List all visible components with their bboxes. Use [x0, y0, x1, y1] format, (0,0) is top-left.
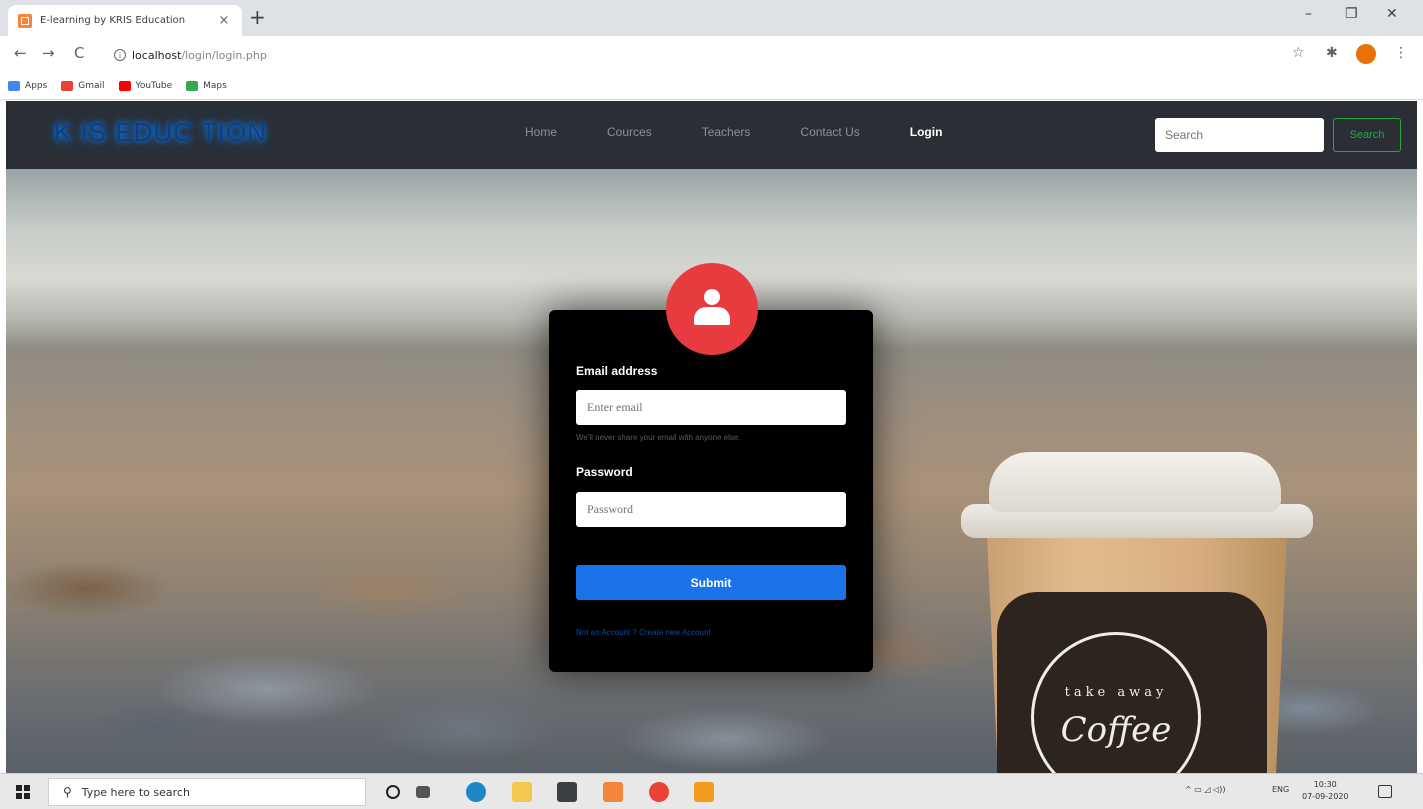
- search-icon: ⚲: [63, 785, 72, 799]
- edge-icon[interactable]: [466, 782, 486, 802]
- nav-login[interactable]: Login: [910, 125, 943, 139]
- bookmark-label: Maps: [203, 81, 227, 91]
- task-view-icon[interactable]: [416, 786, 430, 798]
- apps-grid-icon: [8, 81, 20, 91]
- website-viewport: K IS EDUC TION Home Cources Teachers Con…: [6, 101, 1417, 773]
- cup-ring-text: take away: [1064, 684, 1168, 700]
- email-label: Email address: [576, 364, 658, 378]
- taskbar-search-input[interactable]: ⚲ Type here to search: [48, 778, 366, 806]
- address-bar: ← → C i localhost/login/login.php ☆ ✱ ⋮: [0, 36, 1423, 73]
- nav-cources[interactable]: Cources: [607, 125, 652, 139]
- password-field[interactable]: Password: [576, 492, 846, 527]
- email-field[interactable]: Enter email: [576, 390, 846, 425]
- info-icon[interactable]: i: [114, 49, 126, 61]
- tab-favicon-icon: [18, 13, 32, 28]
- nav-contact-us[interactable]: Contact Us: [800, 125, 859, 139]
- tab-title: E-learning by KRIS Education: [40, 15, 186, 26]
- tray-icons[interactable]: ^ ▭ ◿ ◁)): [1185, 785, 1225, 794]
- clock[interactable]: 10:30 07-09-2020: [1302, 779, 1349, 803]
- close-window-button[interactable]: ✕: [1386, 6, 1398, 22]
- site-search-input[interactable]: [1155, 118, 1324, 152]
- site-navbar: K IS EDUC TION Home Cources Teachers Con…: [6, 101, 1417, 169]
- user-head-shape: [704, 289, 720, 305]
- notification-icon[interactable]: [1378, 785, 1392, 798]
- url-host: localhost: [132, 48, 182, 62]
- cup-main-text: Coffee: [1060, 709, 1172, 750]
- maps-icon: [186, 81, 199, 91]
- url-text: localhost/login/login.php: [132, 49, 267, 62]
- nav-links: Home Cources Teachers Contact Us Login: [525, 125, 992, 139]
- brand-logo[interactable]: K IS EDUC TION: [54, 117, 267, 148]
- bookmark-star-icon[interactable]: ☆: [1292, 45, 1305, 61]
- youtube-icon: [118, 81, 131, 91]
- forward-button[interactable]: →: [42, 44, 55, 62]
- restore-button[interactable]: ❐: [1345, 6, 1358, 22]
- bookmark-apps[interactable]: Apps: [8, 81, 47, 91]
- bookmark-maps[interactable]: Maps: [186, 81, 227, 91]
- site-search-button[interactable]: Search: [1333, 118, 1401, 152]
- bookmarks-bar: Apps Gmail YouTube Maps: [0, 73, 1423, 100]
- menu-kebab-icon[interactable]: ⋮: [1394, 45, 1408, 61]
- tab-close-icon[interactable]: ×: [216, 13, 232, 28]
- submit-button[interactable]: Submit: [576, 565, 846, 600]
- cortana-icon[interactable]: [386, 785, 400, 799]
- reload-button[interactable]: C: [74, 44, 84, 62]
- bookmark-gmail[interactable]: Gmail: [61, 81, 105, 91]
- email-help-text: We'll never share your email with anyone…: [576, 433, 741, 442]
- clock-date: 07-09-2020: [1302, 792, 1349, 801]
- taskbar-search-placeholder: Type here to search: [81, 785, 190, 799]
- new-tab-button[interactable]: +: [249, 7, 266, 27]
- minimize-button[interactable]: –: [1305, 6, 1312, 22]
- nav-teachers[interactable]: Teachers: [702, 125, 751, 139]
- bookmark-label: YouTube: [135, 81, 173, 91]
- nav-home[interactable]: Home: [525, 125, 557, 139]
- language-indicator[interactable]: ENG: [1272, 785, 1289, 794]
- gmail-icon: [61, 81, 74, 91]
- url-path: /login/login.php: [181, 48, 267, 62]
- app-icon[interactable]: [603, 782, 623, 802]
- browser-tab[interactable]: E-learning by KRIS Education ×: [8, 5, 242, 36]
- password-label: Password: [576, 465, 633, 479]
- clock-time: 10:30: [1313, 780, 1337, 789]
- browser-tabstrip: E-learning by KRIS Education × + – ❐ ✕: [0, 0, 1423, 36]
- create-account-link[interactable]: Not an Account ? Create new Account: [576, 628, 711, 637]
- url-field[interactable]: i localhost/login/login.php: [104, 42, 1276, 68]
- file-explorer-icon[interactable]: [512, 782, 532, 802]
- back-button[interactable]: ←: [14, 44, 27, 62]
- screen: E-learning by KRIS Education × + – ❐ ✕ ←…: [0, 0, 1423, 809]
- sublime-icon[interactable]: [694, 782, 714, 802]
- windows-start-icon[interactable]: [16, 785, 30, 799]
- windows-taskbar: ⚲ Type here to search ^ ▭ ◿ ◁)) ENG 10:3…: [0, 773, 1423, 809]
- bookmark-youtube[interactable]: YouTube: [118, 81, 173, 91]
- mail-icon[interactable]: [557, 782, 577, 802]
- profile-avatar[interactable]: [1356, 44, 1376, 64]
- extensions-icon[interactable]: ✱: [1326, 45, 1338, 61]
- bookmark-label: Apps: [25, 81, 48, 91]
- user-shoulders-shape: [694, 307, 730, 325]
- cup-lid-top: [989, 452, 1281, 512]
- bookmark-label: Gmail: [78, 81, 105, 91]
- chrome-icon[interactable]: [649, 782, 669, 802]
- login-card: Email address Enter email We'll never sh…: [549, 310, 873, 672]
- coffee-cup-image: take away Coffee: [961, 452, 1313, 773]
- user-avatar-icon: [666, 263, 758, 355]
